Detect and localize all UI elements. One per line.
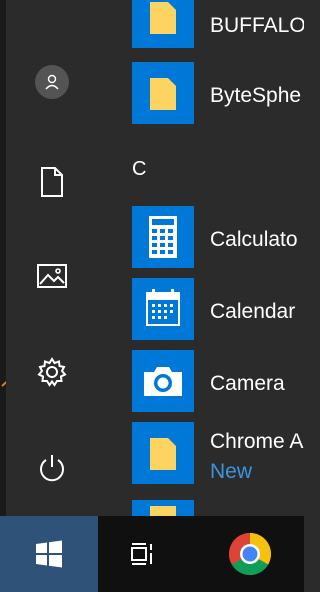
pictures-icon (37, 264, 67, 288)
calendar-tile (132, 278, 194, 340)
windows-logo-icon (36, 540, 62, 568)
chrome-icon (228, 533, 272, 576)
folder-icon (150, 438, 176, 470)
task-view-button[interactable] (106, 516, 178, 592)
start-menu-rail (6, 0, 98, 516)
start-button[interactable] (0, 516, 98, 592)
app-label: ByteSphe (210, 84, 302, 107)
pictures-button[interactable] (26, 250, 78, 302)
task-view-icon (131, 543, 152, 565)
document-icon (41, 167, 63, 197)
folder-tile (132, 62, 194, 124)
folder-tile (132, 422, 194, 484)
user-account-button[interactable] (26, 56, 78, 108)
calculator-icon (149, 216, 177, 258)
app-list: BUFFALO ByteSphe C Calculato Calendar Ca… (98, 0, 304, 516)
calculator-tile (132, 206, 194, 268)
app-label: Camera (210, 372, 285, 395)
power-icon (40, 455, 64, 482)
chrome-taskbar-button[interactable] (212, 516, 288, 592)
taskbar (0, 516, 304, 592)
settings-gear-icon (37, 357, 67, 387)
documents-button[interactable] (26, 156, 78, 208)
folder-icon (150, 506, 176, 516)
user-avatar-icon (35, 65, 69, 99)
app-label: BUFFALO (210, 14, 304, 37)
folder-tile (132, 0, 194, 48)
settings-button[interactable] (26, 346, 78, 398)
camera-tile (132, 350, 194, 412)
calendar-icon (146, 289, 180, 326)
group-letter-c[interactable]: C (132, 158, 146, 181)
app-label: Chrome A (210, 430, 304, 453)
power-button[interactable] (26, 442, 78, 494)
app-label: Calendar (210, 300, 296, 323)
app-label: Calculato (210, 228, 298, 251)
new-badge: New (210, 460, 253, 483)
folder-icon (150, 78, 176, 110)
folder-icon (150, 2, 176, 34)
camera-icon (144, 367, 182, 396)
folder-tile-partial (132, 500, 194, 516)
